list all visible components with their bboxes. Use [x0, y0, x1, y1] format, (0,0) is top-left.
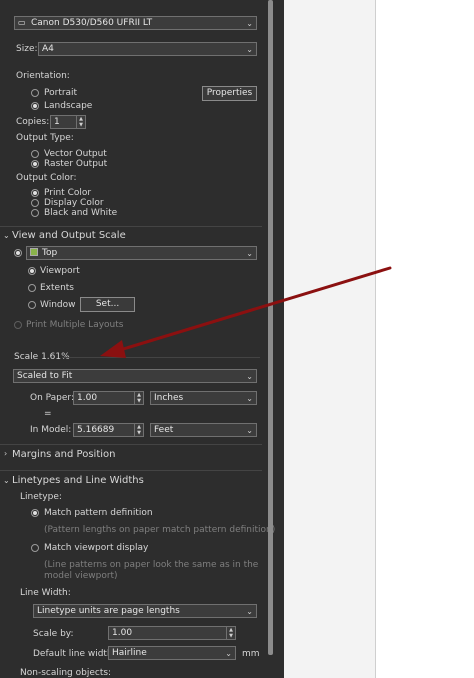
annotation-arrow-icon — [100, 266, 392, 358]
